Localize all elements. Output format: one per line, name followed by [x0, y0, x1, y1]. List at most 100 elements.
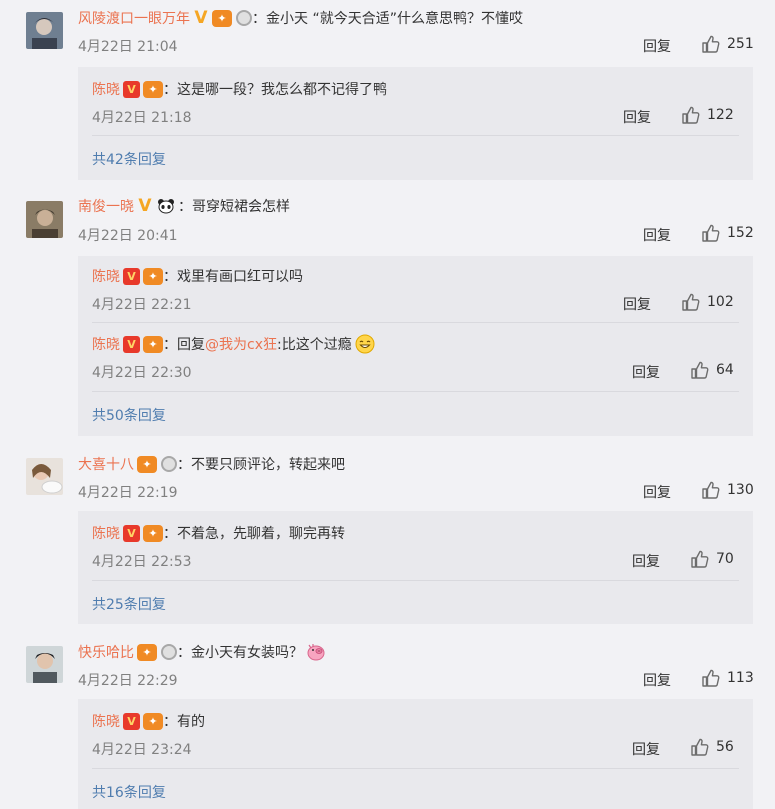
like-button[interactable]: 56 [689, 737, 734, 757]
username[interactable]: 大喜十八 [78, 454, 134, 474]
avatar[interactable] [26, 646, 63, 683]
like-button[interactable]: 102 [680, 292, 734, 312]
vip-crown-icon: ✦ [137, 643, 157, 661]
verified-icon: V [123, 524, 140, 542]
thumbs-up-icon [702, 224, 720, 242]
like-button[interactable]: 130 [700, 480, 754, 500]
comment-time: 4月22日 21:04 [78, 39, 178, 55]
username[interactable]: 快乐哈比 [78, 642, 134, 662]
more-replies-link[interactable]: 共16条回复 [92, 782, 166, 802]
thumbs-up-icon [691, 738, 709, 756]
reply-text: ：不着急，先聊着，聊完再转 [163, 526, 345, 542]
verified-icon: V [123, 335, 140, 353]
like-button[interactable]: 113 [700, 668, 754, 688]
silver-medal-icon [161, 456, 177, 472]
thumbs-up-icon [702, 481, 720, 499]
reply-item: 陈晓 V ✦ ：回复 @我为cx狂 :比这个过瘾 4月22日 22:30 回复 … [92, 323, 739, 391]
like-button[interactable]: 122 [680, 105, 734, 125]
vip-crown-icon: ✦ [143, 524, 163, 542]
comment-time: 4月22日 22:19 [78, 485, 178, 501]
reply-button[interactable]: 回复 [632, 739, 660, 759]
reply-text: ：这是哪一段？我怎么都不记得了鸭 [163, 82, 387, 98]
reply-username[interactable]: 陈晓 [92, 523, 120, 543]
reply-button[interactable]: 回复 [632, 362, 660, 382]
comment-text: ：金小天 “就今天合适”什么意思鸭？不懂哎 [252, 11, 523, 27]
divider [92, 135, 739, 136]
divider [92, 768, 739, 769]
verified-icon: V [123, 80, 140, 98]
verified-icon: V [123, 712, 140, 730]
username[interactable]: 南俊一晓 [78, 196, 134, 216]
divider [92, 391, 739, 392]
reply-button[interactable]: 回复 [623, 294, 651, 314]
reply-box: 陈晓 V ✦ ：戏里有画口红可以吗 4月22日 22:21 回复 102 陈晓 … [78, 256, 753, 436]
grin-emoji-icon [355, 334, 375, 354]
divider [92, 580, 739, 581]
username[interactable]: 风陵渡口一眼万年 [78, 8, 190, 28]
reply-item: 陈晓 V ✦ ：戏里有画口红可以吗 4月22日 22:21 回复 102 [92, 256, 739, 324]
like-button[interactable]: 251 [700, 34, 754, 54]
thumbs-up-icon [702, 669, 720, 687]
like-button[interactable]: 64 [689, 360, 734, 380]
like-button[interactable]: 70 [689, 549, 734, 569]
verified-icon: V [138, 195, 152, 216]
avatar[interactable] [26, 458, 63, 495]
reply-username[interactable]: 陈晓 [92, 79, 120, 99]
more-replies-link[interactable]: 共42条回复 [92, 149, 166, 169]
like-count: 251 [727, 36, 754, 52]
mention-link[interactable]: @我为cx狂 [205, 334, 277, 354]
thumbs-up-icon [691, 550, 709, 568]
verified-icon: V [194, 7, 208, 28]
reply-button[interactable]: 回复 [643, 225, 671, 245]
vip-crown-icon: ✦ [212, 9, 232, 27]
vip-crown-icon: ✦ [143, 267, 163, 285]
thumbs-up-icon [691, 361, 709, 379]
like-count: 152 [727, 225, 754, 241]
reply-button[interactable]: 回复 [643, 36, 671, 56]
verified-icon: V [123, 267, 140, 285]
like-count: 64 [716, 362, 734, 378]
reply-box: 陈晓 V ✦ ：这是哪一段？我怎么都不记得了鸭 4月22日 21:18 回复 1… [78, 67, 753, 180]
reply-username[interactable]: 陈晓 [92, 266, 120, 286]
reply-username[interactable]: 陈晓 [92, 334, 120, 354]
vip-crown-icon: ✦ [143, 712, 163, 730]
reply-text: :比这个过瘾 [276, 337, 352, 353]
vip-crown-icon: ✦ [143, 335, 163, 353]
reply-item: 陈晓 V ✦ ：不着急，先聊着，聊完再转 4月22日 22:53 回复 70 [92, 511, 739, 579]
thumbs-up-icon [682, 293, 700, 311]
comment-text: ：金小天有女装吗？ [177, 645, 303, 661]
reply-button[interactable]: 回复 [643, 482, 671, 502]
silver-medal-icon [161, 644, 177, 660]
like-button[interactable]: 152 [700, 223, 754, 243]
reply-time: 4月22日 22:30 [92, 365, 192, 381]
reply-time: 4月22日 22:21 [92, 297, 192, 313]
thumbs-up-icon [702, 35, 720, 53]
reply-text: ：有的 [163, 714, 205, 730]
like-count: 102 [707, 294, 734, 310]
reply-time: 4月22日 22:53 [92, 554, 192, 570]
like-count: 70 [716, 551, 734, 567]
reply-button[interactable]: 回复 [643, 670, 671, 690]
reply-item: 陈晓 V ✦ ：这是哪一段？我怎么都不记得了鸭 4月22日 21:18 回复 1… [92, 67, 739, 135]
reply-box: 陈晓 V ✦ ：不着急，先聊着，聊完再转 4月22日 22:53 回复 70 共… [78, 511, 753, 624]
panda-icon [157, 198, 175, 214]
like-count: 130 [727, 482, 754, 498]
comment-time: 4月22日 22:29 [78, 673, 178, 689]
like-count: 113 [727, 670, 754, 686]
reply-username[interactable]: 陈晓 [92, 711, 120, 731]
like-count: 122 [707, 107, 734, 123]
comment-text: ：不要只顾评论，转起来吧 [177, 457, 345, 473]
avatar[interactable] [26, 201, 63, 238]
reply-time: 4月22日 21:18 [92, 110, 192, 126]
comment-text: ：哥穿短裙会怎样 [178, 199, 290, 215]
avatar[interactable] [26, 12, 63, 49]
like-count: 56 [716, 739, 734, 755]
peppa-pig-emoji-icon [306, 642, 326, 662]
reply-text: ：戏里有画口红可以吗 [163, 269, 303, 285]
vip-crown-icon: ✦ [143, 80, 163, 98]
more-replies-link[interactable]: 共25条回复 [92, 594, 166, 614]
vip-crown-icon: ✦ [137, 455, 157, 473]
reply-button[interactable]: 回复 [623, 107, 651, 127]
more-replies-link[interactable]: 共50条回复 [92, 405, 166, 425]
reply-button[interactable]: 回复 [632, 551, 660, 571]
